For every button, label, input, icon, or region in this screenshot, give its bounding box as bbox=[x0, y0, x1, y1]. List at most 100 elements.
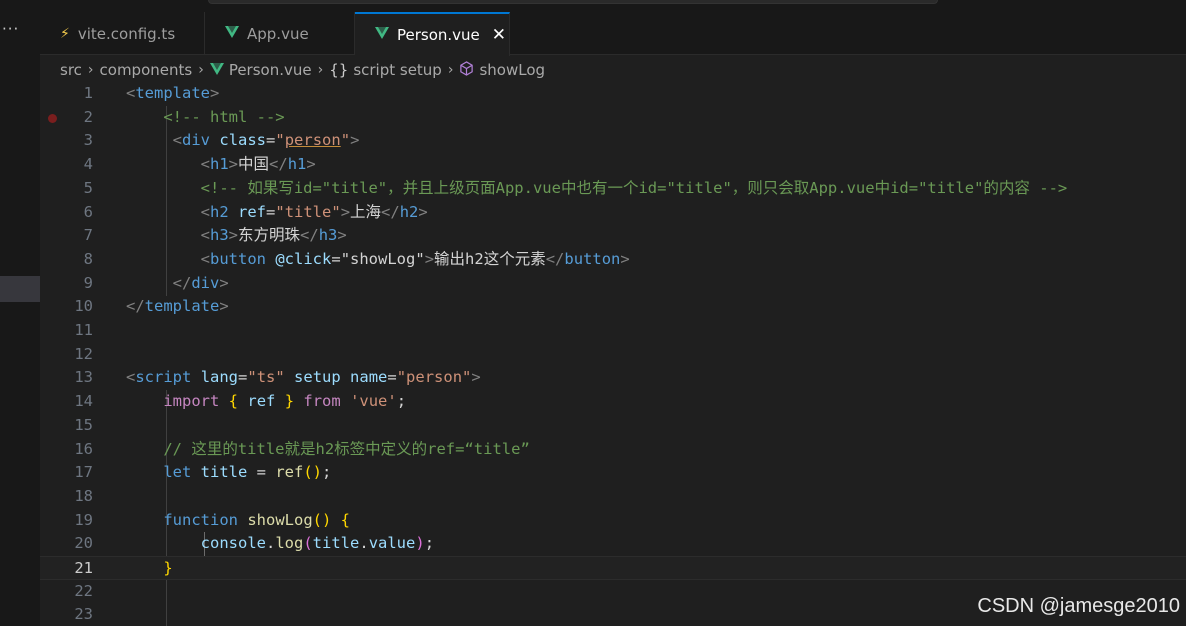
breadcrumb-components[interactable]: components bbox=[100, 61, 193, 79]
code-token: . bbox=[359, 534, 369, 553]
line-number[interactable]: 8 bbox=[40, 248, 93, 272]
code-line[interactable]: 16 // 这里的title就是h2标签中定义的ref=“title” bbox=[40, 438, 1186, 462]
code-token: ) bbox=[415, 534, 425, 553]
line-number[interactable]: 18 bbox=[40, 485, 93, 509]
line-number[interactable]: 12 bbox=[40, 343, 93, 367]
code-token: div bbox=[191, 273, 220, 292]
code-line[interactable]: 19 function showLog() { bbox=[40, 509, 1186, 533]
code-token: value bbox=[368, 534, 416, 553]
line-number[interactable]: 15 bbox=[40, 414, 93, 438]
code-token: > bbox=[418, 202, 428, 221]
cube-icon bbox=[459, 60, 474, 80]
line-number[interactable]: 23 bbox=[40, 603, 93, 626]
code-token: console bbox=[200, 534, 266, 553]
breadcrumb-person-vue[interactable]: Person.vue bbox=[229, 61, 312, 79]
breadcrumb-script-setup[interactable]: script setup bbox=[353, 61, 442, 79]
code-token: () bbox=[303, 463, 323, 482]
code-line[interactable]: 13 <script lang="ts" setup name="person"> bbox=[40, 366, 1186, 390]
code-text: // 这里的title就是h2标签中定义的ref=“title” bbox=[126, 438, 529, 462]
more-actions-icon[interactable]: ··· bbox=[2, 20, 19, 38]
line-number[interactable]: 20 bbox=[40, 532, 93, 556]
line-number[interactable]: 5 bbox=[40, 177, 93, 201]
code-line[interactable]: 4 <h1>中国</h1> bbox=[40, 153, 1186, 177]
line-number[interactable]: 13 bbox=[40, 366, 93, 390]
code-token: = bbox=[266, 202, 276, 221]
line-number[interactable]: 10 bbox=[40, 295, 93, 319]
chevron-right-icon: › bbox=[198, 62, 204, 78]
code-line[interactable]: 3 <div class="person"> bbox=[40, 129, 1186, 153]
code-line[interactable]: 10 </template> bbox=[40, 295, 1186, 319]
code-line[interactable]: 7 <h3>东方明珠</h3> bbox=[40, 224, 1186, 248]
code-token: button bbox=[564, 249, 621, 268]
line-number[interactable]: 22 bbox=[40, 580, 93, 604]
code-editor[interactable]: 1 <template> 2 <!-- html --> 3 <div class="… bbox=[40, 82, 1186, 626]
tab-app-vue[interactable]: App.vue bbox=[205, 12, 355, 55]
code-line[interactable]: 1 <template> bbox=[40, 82, 1186, 106]
code-line[interactable]: 9 </div> bbox=[40, 272, 1186, 296]
code-line[interactable]: 6 <h2 ref="title">上海</h2> bbox=[40, 201, 1186, 225]
chevron-right-icon: › bbox=[317, 62, 324, 78]
line-number[interactable]: 17 bbox=[40, 461, 93, 485]
code-token: < bbox=[200, 249, 210, 268]
code-line[interactable]: 2 <!-- html --> bbox=[40, 106, 1186, 130]
code-line[interactable]: 8 <button @click="showLog">输出h2这个元素</but… bbox=[40, 248, 1186, 272]
chevron-right-icon: › bbox=[87, 62, 94, 78]
breakpoint-icon[interactable] bbox=[48, 113, 57, 123]
code-line[interactable]: 17 let title = ref(); bbox=[40, 461, 1186, 485]
line-number[interactable]: 16 bbox=[40, 438, 93, 462]
code-line[interactable]: 15 bbox=[40, 414, 1186, 438]
breadcrumb-src[interactable]: src bbox=[60, 61, 82, 79]
line-number[interactable]: 9 bbox=[40, 272, 93, 296]
command-center[interactable] bbox=[208, 0, 938, 4]
line-number[interactable]: 19 bbox=[40, 509, 93, 533]
code-line[interactable]: 18 bbox=[40, 485, 1186, 509]
code-line[interactable]: 12 bbox=[40, 343, 1186, 367]
code-token: import bbox=[163, 392, 220, 411]
code-line[interactable]: 14 import { ref } from 'vue'; bbox=[40, 390, 1186, 414]
code-token: template bbox=[135, 84, 210, 102]
line-number[interactable]: 14 bbox=[40, 390, 93, 414]
code-line[interactable]: 20 console.log(title.value); bbox=[40, 532, 1186, 556]
tab-label: Person.vue bbox=[397, 26, 480, 44]
code-token: { bbox=[228, 392, 239, 411]
line-number[interactable]: 21 bbox=[40, 557, 93, 581]
code-text: <div class="person"> bbox=[126, 129, 360, 153]
line-number[interactable]: 1 bbox=[40, 82, 93, 106]
tab-person-vue[interactable]: Person.vue ✕ bbox=[355, 12, 510, 56]
line-number[interactable]: 4 bbox=[40, 153, 93, 177]
code-token: "ts" bbox=[247, 368, 285, 387]
code-token: </ bbox=[269, 155, 288, 174]
code-token: ; bbox=[396, 392, 407, 411]
code-token: > bbox=[337, 226, 347, 245]
vue-icon bbox=[209, 61, 224, 79]
code-token: </ bbox=[172, 273, 192, 292]
code-token: 上海 bbox=[350, 202, 382, 221]
activity-selection[interactable] bbox=[0, 276, 40, 302]
code-token: <!-- html --> bbox=[126, 107, 285, 126]
vue-icon bbox=[225, 25, 239, 42]
code-token: h1 bbox=[210, 155, 229, 174]
code-token: @click bbox=[275, 249, 332, 268]
watermark: CSDN @jamesge2010 bbox=[977, 595, 1180, 617]
line-number[interactable]: 11 bbox=[40, 319, 93, 343]
tab-vite-config[interactable]: ⚡ vite.config.ts bbox=[40, 12, 205, 55]
code-line[interactable]: 21 } bbox=[40, 556, 1186, 580]
line-number[interactable]: 7 bbox=[40, 224, 93, 248]
code-line[interactable]: 5 <!-- 如果写id="title"，并且上级页面App.vue中也有一个i… bbox=[40, 177, 1186, 201]
breadcrumb-showlog[interactable]: showLog bbox=[479, 61, 545, 79]
code-token: > bbox=[306, 155, 316, 174]
close-icon[interactable]: ✕ bbox=[492, 25, 506, 45]
line-number[interactable]: 6 bbox=[40, 201, 93, 225]
code-line[interactable]: 11 bbox=[40, 319, 1186, 343]
line-number[interactable]: 3 bbox=[40, 129, 93, 153]
